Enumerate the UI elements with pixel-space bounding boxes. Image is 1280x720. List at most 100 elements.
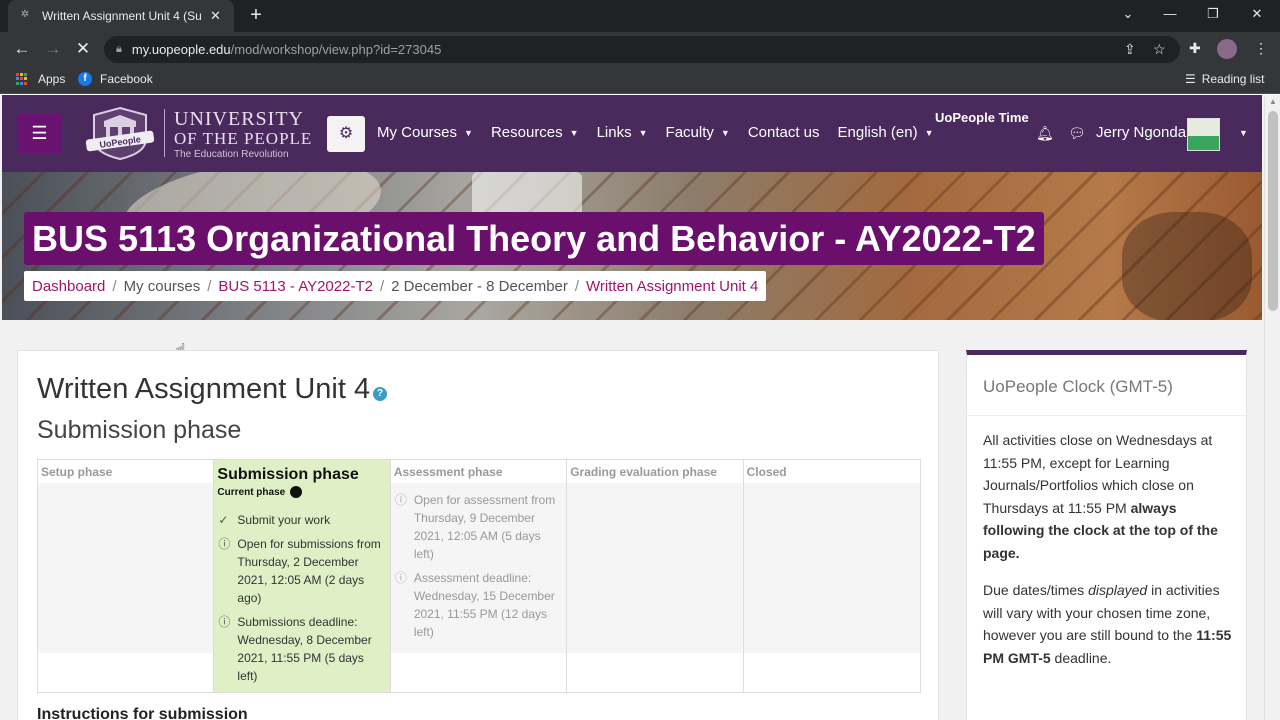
breadcrumb-course[interactable]: BUS 5113 - AY2022-T2 <box>218 278 373 295</box>
menu-language[interactable]: English (en) ▼ <box>838 124 934 141</box>
site-navbar: ☰ UoPeople UNIVERSITY OF THE PEOPLE The … <box>2 95 1262 172</box>
checkmark-icon: ✓ <box>218 513 229 527</box>
task-text: Submit your work <box>237 513 331 527</box>
notifications-bell-icon[interactable]: 🔔︎ <box>1036 125 1054 142</box>
minimize-icon[interactable]: — <box>1160 6 1180 21</box>
scroll-thumb[interactable] <box>1268 111 1278 311</box>
menu-resources[interactable]: Resources ▼ <box>491 124 579 141</box>
current-phase-dot-icon <box>290 486 303 498</box>
menu-label: Faculty <box>665 124 714 141</box>
phase-body <box>743 483 921 653</box>
caret-down-icon: ▼ <box>638 127 648 138</box>
reading-list-label: Reading list <box>1201 72 1265 86</box>
info-circle-icon: ⓘ <box>218 537 231 551</box>
phase-heading: Submission phase <box>217 466 359 483</box>
breadcrumb-separator: / <box>112 277 117 295</box>
page-title: Written Assignment Unit 4 ? <box>37 373 388 406</box>
breadcrumb-dashboard[interactable]: Dashboard <box>32 278 105 295</box>
menu-label: Contact us <box>747 124 820 141</box>
logo-line-university: UNIVERSITY <box>174 108 304 130</box>
extensions-icon[interactable]: ✚ <box>1189 40 1201 57</box>
breadcrumb-separator: / <box>207 277 212 295</box>
page-viewport: ☰ UoPeople UNIVERSITY OF THE PEOPLE The … <box>0 95 1280 720</box>
user-avatar[interactable] <box>1187 118 1220 151</box>
more-menu-icon[interactable]: ⋮ <box>1254 40 1268 57</box>
hamburger-menu-icon[interactable]: ☰ <box>17 114 62 153</box>
site-favicon-icon: ✲ <box>20 9 30 20</box>
facebook-icon: f <box>78 72 92 86</box>
menu-links[interactable]: Links ▼ <box>597 124 648 141</box>
bookmarks-bar: Apps f Facebook ☰ Reading list <box>0 66 1280 94</box>
main-content-card: Written Assignment Unit 4 ? Submission p… <box>17 350 939 720</box>
share-icon[interactable]: ⇪ <box>1124 41 1136 58</box>
menu-faculty[interactable]: Faculty ▼ <box>666 124 730 141</box>
main-menu: My Courses ▼ Resources ▼ Links ▼ Faculty ▼ C… <box>377 124 952 141</box>
breadcrumb-separator: / <box>574 277 580 295</box>
phase-setup: Setup phase <box>38 460 215 692</box>
current-phase-indicator: Current phase <box>214 486 389 498</box>
lock-icon[interactable]: 🔒︎ <box>116 43 122 56</box>
back-icon[interactable]: ← <box>12 39 32 59</box>
bookmark-star-icon[interactable]: ☆ <box>1153 41 1166 58</box>
phase-body <box>38 483 214 653</box>
forward-icon[interactable]: → <box>43 39 63 59</box>
instructions-heading: Instructions for submission <box>37 706 248 720</box>
block-title: UoPeople Clock (GMT-5) <box>983 377 1173 396</box>
course-title: BUS 5113 Organizational Theory and Behav… <box>24 212 1044 265</box>
user-name[interactable]: Jerry Ngonda <box>1096 124 1186 141</box>
phase-grading-evaluation: Grading evaluation phase <box>567 460 744 692</box>
phase-heading: Assessment phase <box>393 465 503 479</box>
settings-gear-icon[interactable]: ⚙ <box>327 116 365 152</box>
user-menu-caret-icon[interactable]: ▼ <box>1239 128 1248 138</box>
menu-contact-us[interactable]: Contact us <box>748 124 820 141</box>
breadcrumb: Dashboard / My courses / BUS 5113 - AY20… <box>24 271 767 301</box>
restore-icon[interactable]: ❐ <box>1203 6 1223 22</box>
clock-paragraph-2: Due dates/times displayed in activities … <box>983 579 1233 669</box>
menu-label: Links <box>596 124 632 141</box>
apps-grid-icon <box>16 73 28 85</box>
menu-my-courses[interactable]: My Courses ▼ <box>377 124 473 141</box>
breadcrumb-assignment[interactable]: Written Assignment Unit 4 <box>586 278 758 295</box>
tab-search-icon[interactable]: ⌄ <box>1118 6 1138 22</box>
caret-down-icon: ▼ <box>569 127 579 138</box>
messages-chat-icon[interactable]: 💬︎ <box>1068 125 1086 142</box>
scroll-up-arrow-icon[interactable]: ▲ <box>1269 97 1277 106</box>
menu-label: My Courses <box>377 124 458 141</box>
phase-heading: Closed <box>746 465 787 479</box>
breadcrumb-my-courses: My courses <box>123 277 201 295</box>
task-text: Submissions deadline: Wednesday, 8 Decem… <box>237 615 372 683</box>
task-info: ⓘ Open for assessment from Thursday, 9 D… <box>391 488 566 566</box>
address-bar[interactable]: 🔒︎ my.uopeople.edu/mod/workshop/view.php… <box>104 36 1180 63</box>
profile-avatar[interactable] <box>1217 39 1237 59</box>
current-phase-label: Current phase <box>217 486 286 498</box>
reading-list-button[interactable]: ☰ Reading list <box>1185 72 1264 86</box>
task-text: Open for submissions from Thursday, 2 De… <box>237 537 381 605</box>
close-tab-icon[interactable]: ✕ <box>210 8 221 24</box>
course-banner: BUS 5113 Organizational Theory and Behav… <box>2 172 1262 320</box>
university-seal-logo[interactable]: UoPeople <box>84 105 156 161</box>
logo-text[interactable]: UNIVERSITY OF THE PEOPLE The Education R… <box>174 109 312 162</box>
paragraph-text: Due dates/times <box>983 582 1089 598</box>
task-submit-work[interactable]: ✓ Submit your work <box>214 508 389 532</box>
phase-submission: Submission phase Current phase ✓ Submit … <box>214 460 391 692</box>
stop-loading-icon[interactable]: ✕ <box>73 39 93 59</box>
phase-body <box>567 483 743 653</box>
logo-line-of-the-people: OF THE PEOPLE <box>174 129 313 148</box>
bookmark-apps[interactable]: Apps <box>16 72 65 86</box>
phase-assessment: Assessment phase ⓘ Open for assessment f… <box>390 460 568 692</box>
menu-label: English (en) <box>837 124 918 141</box>
browser-tab[interactable]: ✲ Written Assignment Unit 4 (Subm ✕ <box>8 0 234 32</box>
reading-list-icon: ☰ <box>1185 72 1196 86</box>
current-phase-heading: Submission phase <box>37 416 242 444</box>
info-circle-icon: ⓘ <box>218 615 231 629</box>
page-scrollbar[interactable]: ▲ <box>1264 95 1280 720</box>
new-tab-icon[interactable]: + <box>246 5 266 25</box>
bookmark-facebook[interactable]: f Facebook <box>78 72 153 86</box>
close-window-icon[interactable]: ✕ <box>1247 6 1267 22</box>
caret-down-icon: ▼ <box>924 127 934 138</box>
caret-down-icon: ▼ <box>720 127 730 138</box>
paragraph-emphasis: displayed <box>1088 582 1148 598</box>
phase-closed: Closed <box>743 460 921 692</box>
logo-divider <box>164 109 165 157</box>
help-icon[interactable]: ? <box>373 386 388 401</box>
